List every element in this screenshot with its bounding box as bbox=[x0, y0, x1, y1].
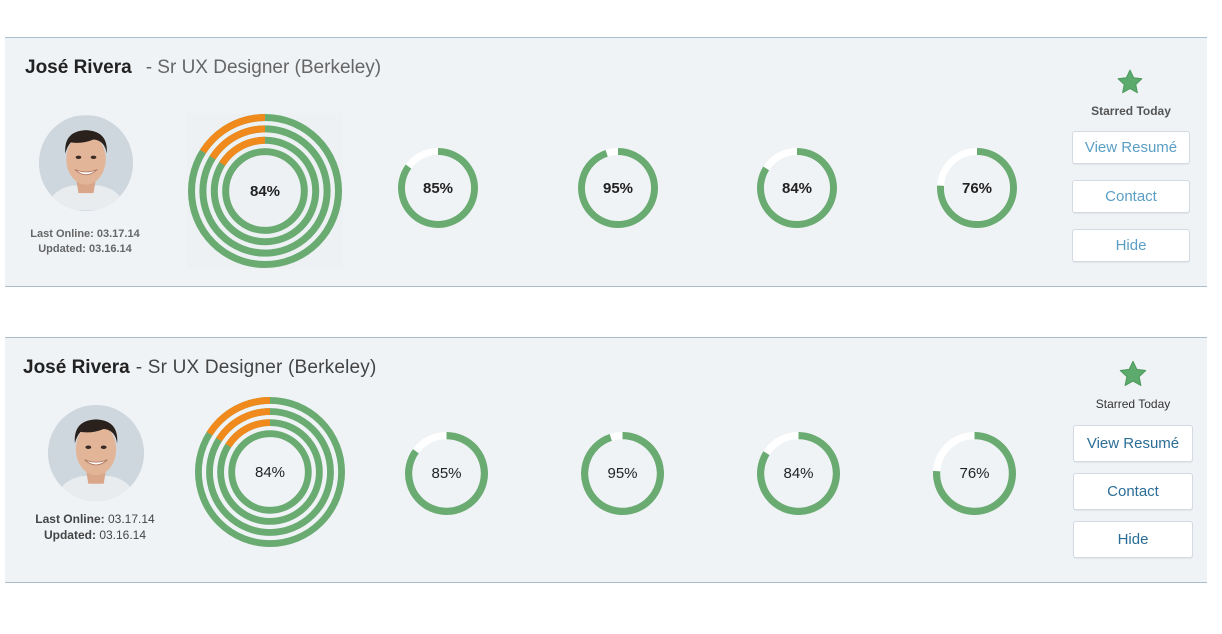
overall-score-value: 84% bbox=[249, 182, 281, 200]
score-ring: 95% bbox=[577, 147, 659, 229]
candidate-title: José Rivera - Sr UX Designer (Berkeley) bbox=[23, 357, 377, 379]
score-ring: 84% bbox=[756, 431, 841, 516]
overall-score-ring: 84% bbox=[187, 113, 343, 269]
updated-label: Updated: bbox=[43, 528, 96, 542]
score-ring: 85% bbox=[397, 147, 479, 229]
contact-button[interactable]: Contact bbox=[1073, 473, 1193, 510]
score-value: 95% bbox=[607, 465, 638, 482]
starred-label: Starred Today bbox=[1095, 397, 1171, 411]
score-ring: 85% bbox=[404, 431, 489, 516]
avatar bbox=[48, 405, 144, 501]
activity-info: Last Online: 03.17.14 Updated: 03.16.14 bbox=[25, 511, 165, 543]
score-value: 85% bbox=[422, 179, 454, 197]
avatar-photo bbox=[48, 405, 144, 501]
avatar-photo bbox=[39, 116, 133, 210]
score-ring: 84% bbox=[756, 147, 838, 229]
star-icon[interactable] bbox=[1117, 358, 1149, 395]
updated-value: 03.16.14 bbox=[88, 243, 132, 255]
score-value: 95% bbox=[602, 179, 634, 197]
score-ring: 76% bbox=[936, 147, 1018, 229]
activity-info: Last Online: 03.17.14 Updated: 03.16.14 bbox=[15, 227, 155, 257]
score-ring: 76% bbox=[932, 431, 1017, 516]
candidate-card: José Rivera - Sr UX Designer (Berkeley) L… bbox=[5, 337, 1207, 583]
candidate-title: José Rivera - Sr UX Designer (Berkeley) bbox=[25, 57, 381, 79]
candidate-role: - Sr UX Designer (Berkeley) bbox=[145, 57, 382, 78]
score-value: 85% bbox=[431, 465, 462, 482]
last-online-value: 03.17.14 bbox=[96, 228, 140, 240]
updated-label: Updated: bbox=[38, 243, 86, 255]
score-value: 84% bbox=[781, 179, 813, 197]
view-resume-button[interactable]: View Resumé bbox=[1073, 425, 1193, 462]
hide-button[interactable]: Hide bbox=[1073, 521, 1193, 558]
contact-button[interactable]: Contact bbox=[1072, 180, 1190, 213]
candidate-name: José Rivera bbox=[25, 57, 132, 78]
last-online-value: 03.17.14 bbox=[107, 512, 155, 526]
overall-score-ring: 84% bbox=[194, 396, 346, 548]
overall-score-value: 84% bbox=[254, 463, 286, 481]
score-value: 76% bbox=[961, 179, 993, 197]
last-online-label: Last Online: bbox=[30, 228, 94, 240]
candidate-name: José Rivera bbox=[23, 357, 130, 378]
updated-value: 03.16.14 bbox=[99, 528, 147, 542]
last-online-label: Last Online: bbox=[35, 512, 105, 526]
star-icon[interactable] bbox=[1115, 67, 1145, 102]
starred-label: Starred Today bbox=[1091, 104, 1171, 118]
hide-button[interactable]: Hide bbox=[1072, 229, 1190, 262]
candidate-card: José Rivera - Sr UX Designer (Berkeley) L… bbox=[5, 37, 1207, 287]
avatar bbox=[39, 115, 133, 211]
score-value: 76% bbox=[959, 465, 990, 482]
candidate-role: - Sr UX Designer (Berkeley) bbox=[135, 357, 377, 378]
score-value: 84% bbox=[783, 465, 814, 482]
score-ring: 95% bbox=[580, 431, 665, 516]
view-resume-button[interactable]: View Resumé bbox=[1072, 131, 1190, 164]
